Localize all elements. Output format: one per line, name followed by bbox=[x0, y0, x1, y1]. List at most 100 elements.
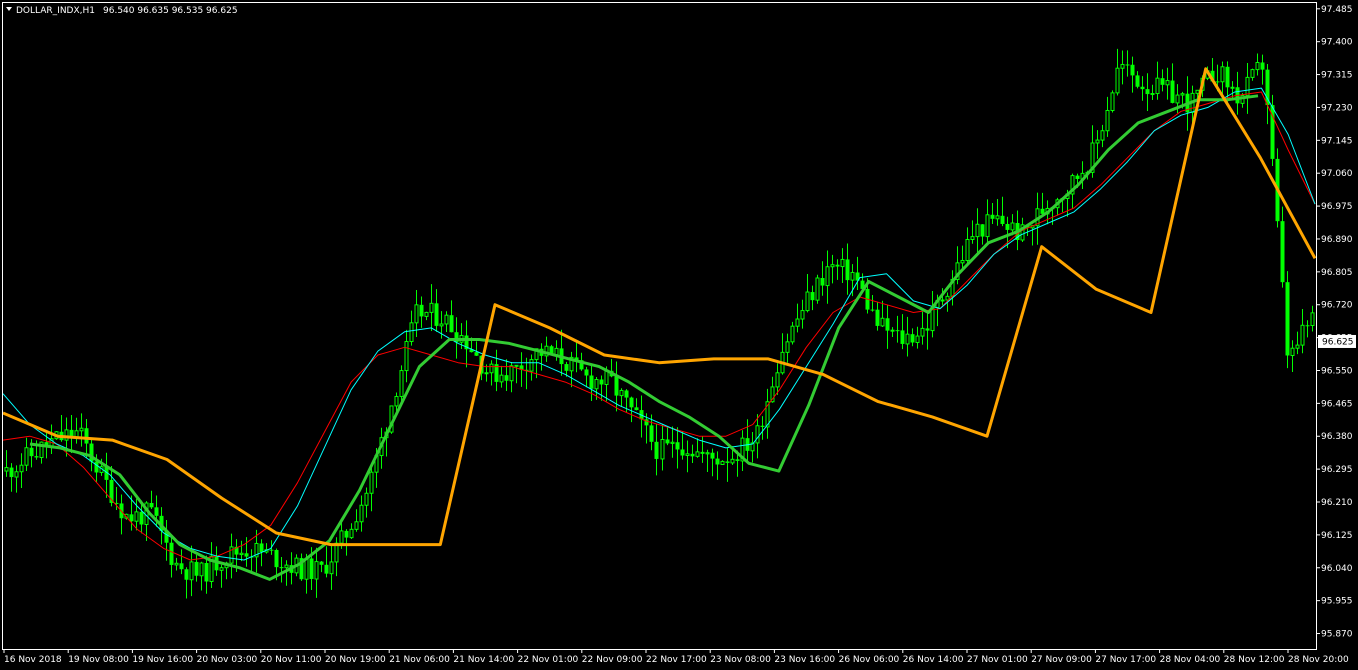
candle-bear bbox=[614, 376, 619, 396]
y-tick-label: 96.210 bbox=[1321, 498, 1353, 508]
y-tick-label: 97.230 bbox=[1321, 103, 1353, 113]
candle-bull bbox=[354, 521, 359, 530]
candle-bear bbox=[1130, 64, 1135, 76]
candle-bull bbox=[730, 458, 735, 464]
candle-bear bbox=[194, 561, 199, 576]
candle-bull bbox=[695, 451, 700, 457]
candle-bull bbox=[985, 214, 990, 238]
candle-bull bbox=[1300, 324, 1305, 346]
candle-bear bbox=[895, 330, 900, 332]
candle-bull bbox=[339, 530, 344, 544]
x-tick-label: 20 Nov 19:00 bbox=[325, 655, 386, 665]
candle-bear bbox=[204, 563, 209, 582]
x-tick-label: 28 Nov 12:00 bbox=[1224, 655, 1285, 665]
candle-bull bbox=[915, 335, 920, 344]
candle-bull bbox=[1230, 86, 1235, 89]
x-tick-label: 19 Nov 08:00 bbox=[68, 655, 129, 665]
candle-bull bbox=[805, 291, 810, 312]
y-tick-label: 96.040 bbox=[1321, 564, 1353, 574]
candle-bull bbox=[755, 425, 760, 444]
candle-bear bbox=[589, 375, 594, 389]
candle-bull bbox=[670, 441, 675, 444]
candle-bull bbox=[1165, 80, 1170, 86]
candle-bear bbox=[584, 369, 589, 376]
candle-bear bbox=[1145, 89, 1150, 95]
candle-bull bbox=[304, 557, 309, 580]
x-tick-label: 27 Nov 17:00 bbox=[1095, 655, 1156, 665]
y-tick-label: 97.400 bbox=[1321, 38, 1353, 48]
candle-bull bbox=[79, 427, 84, 432]
candle-bull bbox=[790, 325, 795, 343]
candle-bull bbox=[604, 370, 609, 385]
y-tick-label: 97.485 bbox=[1321, 5, 1353, 15]
candle-bear bbox=[149, 502, 154, 508]
candle-bear bbox=[1280, 221, 1285, 283]
candle-bull bbox=[199, 562, 204, 577]
candle-bear bbox=[179, 563, 184, 570]
candle-bear bbox=[34, 456, 39, 458]
candle-bull bbox=[815, 277, 820, 301]
candle-bull bbox=[404, 341, 409, 372]
candle-bull bbox=[720, 460, 725, 465]
candle-bear bbox=[309, 558, 314, 580]
candle-bear bbox=[259, 543, 264, 553]
candle-bull bbox=[775, 372, 780, 388]
candle-bear bbox=[279, 567, 284, 569]
y-tick-label: 96.720 bbox=[1321, 301, 1353, 311]
candle-bull bbox=[64, 429, 69, 441]
candle-bear bbox=[564, 364, 569, 371]
symbol-title: DOLLAR_INDX,H1 bbox=[16, 6, 95, 16]
candle-bear bbox=[885, 318, 890, 331]
candle-bear bbox=[244, 553, 249, 557]
candle-bull bbox=[514, 364, 519, 367]
candle-bear bbox=[449, 315, 454, 333]
candle-bear bbox=[324, 564, 329, 574]
candle-bull bbox=[1110, 92, 1115, 111]
candle-bull bbox=[965, 239, 970, 261]
x-tick-label: 27 Nov 09:00 bbox=[1031, 655, 1092, 665]
candle-bear bbox=[634, 407, 639, 411]
candle-bull bbox=[219, 567, 224, 571]
candle-bull bbox=[920, 327, 925, 337]
candle-bull bbox=[840, 258, 845, 268]
y-tick-label: 95.955 bbox=[1321, 597, 1353, 607]
candle-bull bbox=[975, 223, 980, 238]
candle-bull bbox=[970, 236, 975, 241]
candle-bear bbox=[980, 224, 985, 237]
candle-bull bbox=[509, 365, 514, 382]
x-tick-label: 20 Nov 11:00 bbox=[261, 655, 322, 665]
candle-bear bbox=[910, 334, 915, 343]
candle-bear bbox=[269, 549, 274, 551]
symbol-header[interactable]: DOLLAR_INDX,H1 96.540 96.635 96.535 96.6… bbox=[6, 6, 238, 16]
candle-bear bbox=[154, 507, 159, 516]
ohlc-values: 96.540 96.635 96.535 96.625 bbox=[103, 6, 238, 16]
candle-bear bbox=[1160, 78, 1165, 85]
candle-bear bbox=[925, 328, 930, 331]
candle-bull bbox=[1195, 89, 1200, 94]
candle-bull bbox=[364, 492, 369, 506]
x-tick-label: 19 Nov 16:00 bbox=[132, 655, 193, 665]
candle-bull bbox=[795, 318, 800, 327]
candle-bull bbox=[444, 314, 449, 325]
candle-bear bbox=[735, 459, 740, 461]
x-tick-label: 22 Nov 17:00 bbox=[646, 655, 707, 665]
candle-bull bbox=[394, 395, 399, 407]
candle-bear bbox=[169, 542, 174, 565]
candle-bear bbox=[1000, 215, 1005, 224]
y-tick-label: 96.380 bbox=[1321, 432, 1353, 442]
x-tick-label: 21 Nov 14:00 bbox=[453, 655, 514, 665]
candle-bull bbox=[284, 564, 289, 569]
candle-bear bbox=[624, 390, 629, 398]
y-tick-label: 96.550 bbox=[1321, 366, 1353, 376]
candle-bear bbox=[845, 259, 850, 281]
candle-bear bbox=[629, 397, 634, 408]
candle-bull bbox=[4, 467, 9, 472]
price-chart[interactable]: 97.485 97.400 97.315 97.230 97.145 97.060 96.9… bbox=[0, 0, 1358, 670]
candle-bull bbox=[409, 322, 414, 343]
candle-bear bbox=[1125, 64, 1130, 66]
candle-bull bbox=[554, 347, 559, 356]
y-tick-label: 96.295 bbox=[1321, 465, 1353, 475]
y-tick-label: 96.465 bbox=[1321, 399, 1353, 409]
x-tick-label: 23 Nov 16:00 bbox=[774, 655, 835, 665]
candle-bear bbox=[680, 449, 685, 456]
